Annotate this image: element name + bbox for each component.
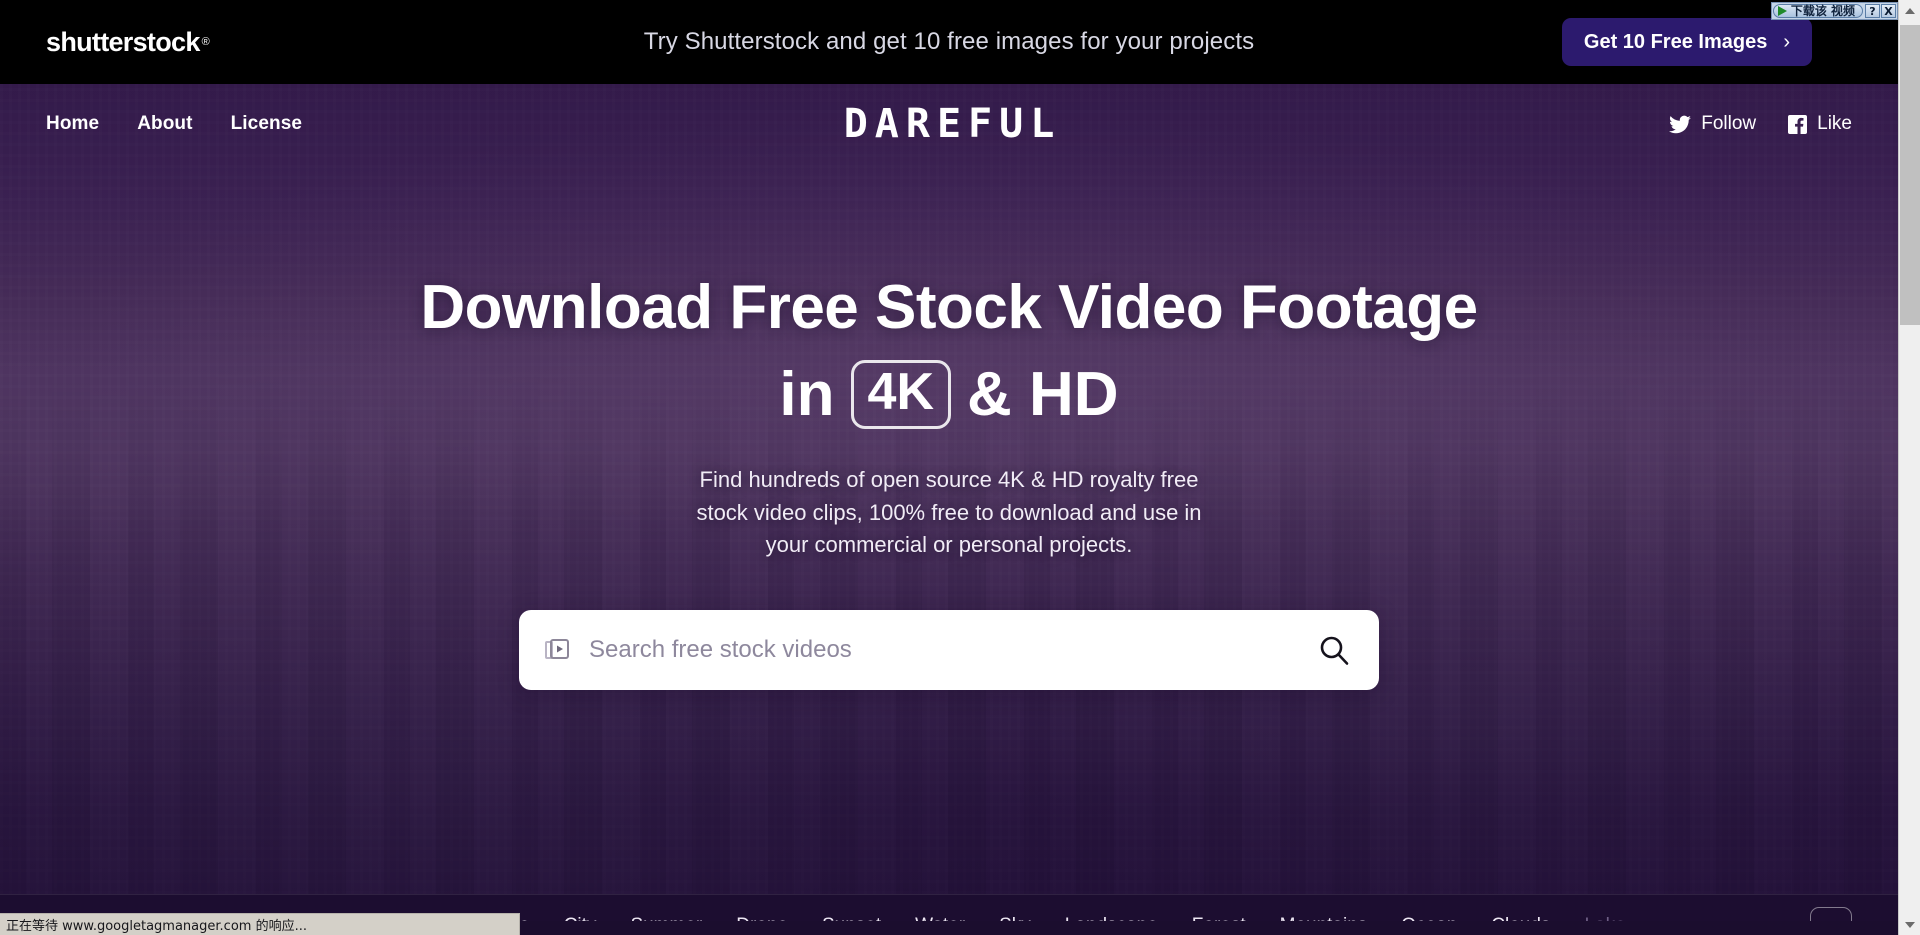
browser-viewport: shutterstock ® Try Shutterstock and get 1… <box>0 0 1920 935</box>
download-widget-help-button[interactable]: ? <box>1865 4 1880 18</box>
hero-headline-prefix: in <box>779 360 835 430</box>
download-video-label: 下载该 视频 <box>1790 4 1855 18</box>
category-drone[interactable]: Drone <box>736 915 788 921</box>
category-water[interactable]: Water <box>915 915 965 921</box>
category-clouds[interactable]: Clouds <box>1491 915 1550 921</box>
web-page: shutterstock ® Try Shutterstock and get 1… <box>0 0 1898 921</box>
download-video-button[interactable]: 下载该 视频 <box>1772 4 1863 18</box>
chevron-right-icon: › <box>1783 30 1790 53</box>
shutterstock-promo-bar: shutterstock ® Try Shutterstock and get 1… <box>0 0 1898 84</box>
shutterstock-logo[interactable]: shutterstock ® <box>46 26 221 57</box>
search-input[interactable] <box>589 635 1317 664</box>
category-ocean[interactable]: Ocean <box>1401 915 1457 921</box>
download-widget-close-button[interactable]: X <box>1881 4 1896 18</box>
scroll-up-button[interactable] <box>1899 0 1920 21</box>
hero-section: Home About License DAREFUL Follow Like D… <box>0 84 1898 894</box>
hero-headline-suffix: & HD <box>967 360 1119 430</box>
shutterstock-logo-text: shutterstock <box>46 26 200 57</box>
hero-subtitle: Find hundreds of open source 4K & HD roy… <box>696 467 1202 558</box>
twitter-follow-label: Follow <box>1701 113 1757 134</box>
browser-status-bar: 正在等待 www.googletagmanager.com 的响应... <box>0 913 520 935</box>
category-summer[interactable]: Summer <box>630 915 702 921</box>
hero-copy: Download Free Stock Video Footage in 4K … <box>0 164 1898 690</box>
social-links: Follow Like <box>1669 113 1852 135</box>
category-sunset[interactable]: Sunset <box>822 915 881 921</box>
primary-nav-links: Home About License <box>46 113 302 135</box>
facebook-icon <box>1788 114 1808 134</box>
scroll-up-arrow-icon <box>1904 7 1915 14</box>
nav-item-license[interactable]: License <box>231 113 302 135</box>
facebook-like-link[interactable]: Like <box>1788 113 1852 135</box>
categories-next-button[interactable]: › <box>1810 906 1852 921</box>
scroll-down-button[interactable] <box>1899 914 1920 935</box>
hero-headline-line2: in 4K & HD <box>0 359 1898 430</box>
video-clip-icon <box>545 637 571 663</box>
vertical-scrollbar[interactable] <box>1898 0 1920 935</box>
hero-headline-line1: Download Free Stock Video Footage <box>420 273 1478 342</box>
play-icon <box>1777 6 1787 16</box>
search-icon[interactable] <box>1317 633 1351 667</box>
facebook-like-label: Like <box>1817 113 1852 134</box>
nav-item-about[interactable]: About <box>137 113 192 135</box>
twitter-icon <box>1669 115 1692 134</box>
scrollbar-thumb[interactable] <box>1900 25 1920 325</box>
category-city[interactable]: City <box>564 915 597 921</box>
get-free-images-button[interactable]: Get 10 Free Images › <box>1561 18 1812 66</box>
download-video-widget[interactable]: 下载该 视频 ? X <box>1770 2 1898 20</box>
site-navigation: Home About License DAREFUL Follow Like <box>0 84 1898 164</box>
dareful-logo[interactable]: DAREFUL <box>837 101 1062 147</box>
scroll-down-arrow-icon <box>1904 921 1915 928</box>
get-free-images-label: Get 10 Free Images <box>1583 30 1768 53</box>
category-landscape[interactable]: Landscape <box>1065 915 1158 921</box>
registered-mark: ® <box>201 36 210 48</box>
search-bar[interactable] <box>519 609 1379 690</box>
category-forest[interactable]: Forest <box>1192 915 1246 921</box>
nav-item-home[interactable]: Home <box>46 113 99 135</box>
category-mountains[interactable]: Mountains <box>1280 915 1368 921</box>
hero-content-wrapper: Home About License DAREFUL Follow Like D… <box>0 84 1898 690</box>
resolution-4k-badge: 4K <box>850 360 952 430</box>
category-lake[interactable]: Lake <box>1584 915 1625 921</box>
category-sky[interactable]: Sky <box>999 915 1031 921</box>
twitter-follow-link[interactable]: Follow <box>1669 113 1756 135</box>
